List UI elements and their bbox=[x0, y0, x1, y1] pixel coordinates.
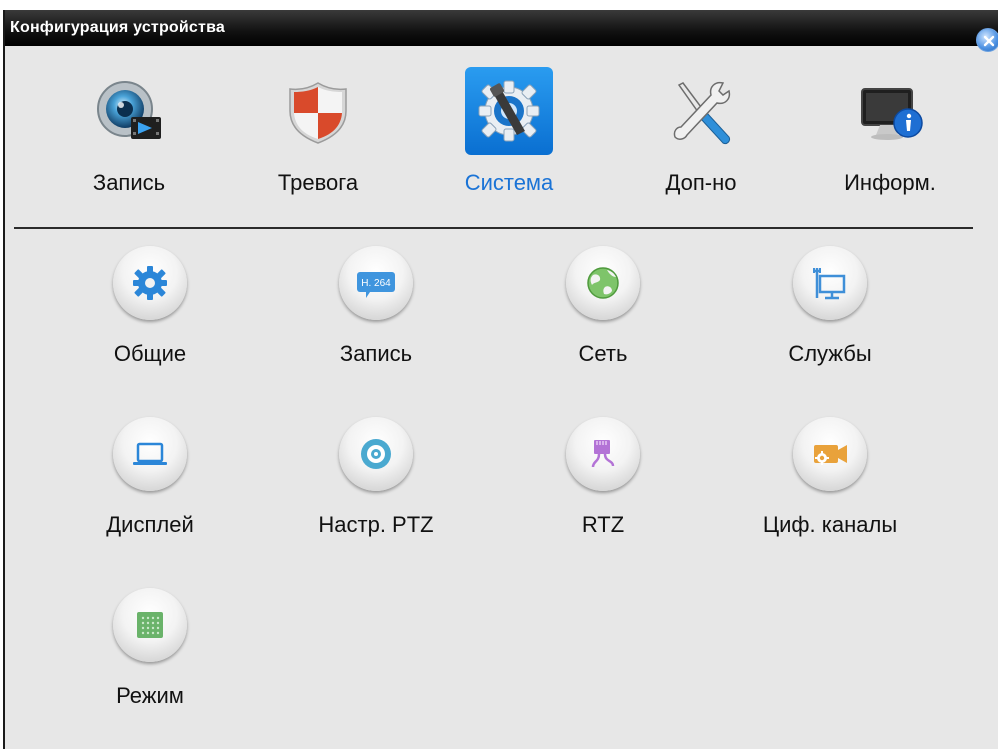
h264-icon: H. 264 bbox=[339, 246, 413, 320]
alarm-shield-icon bbox=[274, 67, 362, 155]
menu-item-label: Режим bbox=[116, 683, 184, 708]
tab-advanced[interactable]: Доп-но bbox=[631, 67, 771, 207]
menu-item-label: Службы bbox=[788, 341, 872, 366]
divider bbox=[14, 227, 973, 229]
ptz-camera-icon bbox=[339, 417, 413, 491]
menu-item-label: Сеть bbox=[578, 341, 628, 366]
info-monitor-icon bbox=[846, 67, 934, 155]
close-icon bbox=[983, 35, 995, 47]
menu-item-rtz[interactable]: RTZ bbox=[503, 417, 703, 547]
menu-item-network[interactable]: Сеть bbox=[503, 246, 703, 376]
tab-label: Доп-но bbox=[665, 170, 737, 195]
mode-grid-icon bbox=[113, 588, 187, 662]
gear-icon bbox=[113, 246, 187, 320]
tab-system[interactable]: Система bbox=[439, 67, 579, 207]
title-bar: Конфигурация устройства bbox=[5, 10, 998, 52]
menu-item-label: Дисплей bbox=[106, 512, 194, 537]
tab-info[interactable]: Информ. bbox=[820, 67, 960, 207]
menu-item-label: Запись bbox=[339, 341, 413, 366]
rs485-connector-icon bbox=[566, 417, 640, 491]
menu-item-record[interactable]: H. 264 Запись bbox=[276, 246, 476, 376]
globe-icon bbox=[566, 246, 640, 320]
menu-item-label: Настр. PTZ bbox=[318, 512, 434, 537]
tools-icon bbox=[657, 67, 745, 155]
menu-item-label: Общие bbox=[113, 341, 187, 366]
digital-channel-camera-icon bbox=[793, 417, 867, 491]
menu-item-ptz-settings[interactable]: Настр. PTZ bbox=[276, 417, 476, 547]
window-title: Конфигурация устройства bbox=[10, 19, 225, 36]
menu-item-mode[interactable]: Режим bbox=[50, 588, 250, 718]
menu-item-display[interactable]: Дисплей bbox=[50, 417, 250, 547]
tab-label: Информ. bbox=[844, 170, 936, 195]
record-camera-icon bbox=[85, 67, 173, 155]
network-services-icon bbox=[793, 246, 867, 320]
tab-label: Тревога bbox=[277, 170, 359, 195]
menu-item-digital-channels[interactable]: Циф. каналы bbox=[730, 417, 930, 547]
menu-item-services[interactable]: Службы bbox=[730, 246, 930, 376]
tab-record[interactable]: Запись bbox=[59, 67, 199, 207]
laptop-display-icon bbox=[113, 417, 187, 491]
tab-label: Система bbox=[464, 170, 554, 195]
device-config-window: Конфигурация устройства Запись Тревога С… bbox=[3, 10, 998, 749]
menu-item-general[interactable]: Общие bbox=[50, 246, 250, 376]
h264-icon-text: H. 264 bbox=[361, 278, 391, 289]
menu-item-label: Циф. каналы bbox=[762, 512, 898, 537]
tab-alarm[interactable]: Тревога bbox=[248, 67, 388, 207]
close-button[interactable] bbox=[976, 28, 998, 52]
system-gear-wrench-icon bbox=[465, 67, 553, 155]
tab-label: Запись bbox=[92, 170, 166, 195]
menu-item-label: RTZ bbox=[581, 512, 625, 537]
